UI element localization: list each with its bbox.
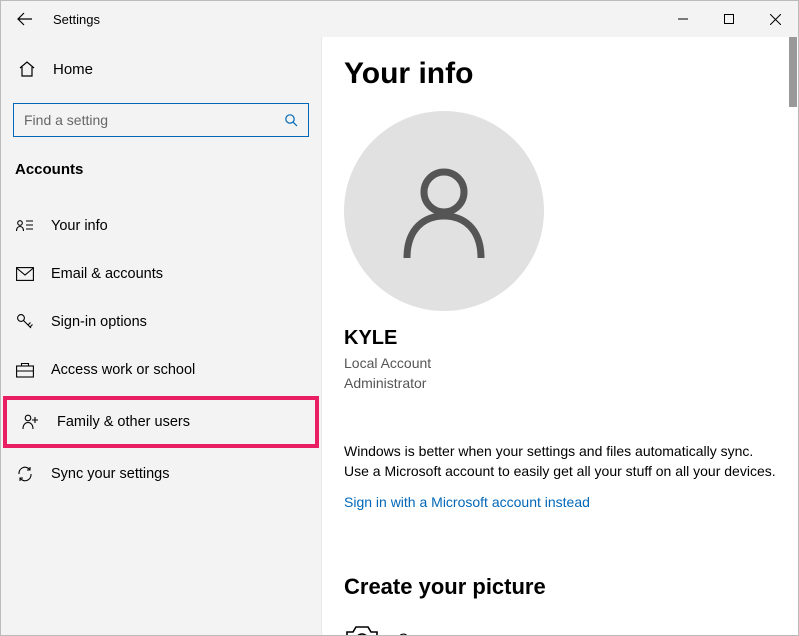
search-input[interactable] bbox=[14, 112, 274, 128]
sidebar-item-sync[interactable]: Sync your settings bbox=[1, 452, 321, 496]
sidebar-home-label: Home bbox=[53, 61, 93, 78]
sidebar-item-email[interactable]: Email & accounts bbox=[1, 252, 321, 296]
home-icon bbox=[17, 60, 37, 78]
page-title: Your info bbox=[344, 57, 778, 91]
person-icon bbox=[389, 156, 499, 266]
sidebar: Home Accounts Your info Email & accounts… bbox=[1, 37, 321, 635]
account-type: Local Account bbox=[344, 354, 778, 374]
envelope-icon bbox=[15, 264, 35, 284]
sidebar-item-your-info[interactable]: Your info bbox=[1, 204, 321, 248]
close-icon bbox=[770, 14, 781, 25]
minimize-button[interactable] bbox=[660, 1, 706, 37]
person-card-icon bbox=[15, 216, 35, 236]
sidebar-home[interactable]: Home bbox=[1, 49, 321, 89]
close-button[interactable] bbox=[752, 1, 798, 37]
sidebar-section-title: Accounts bbox=[1, 161, 321, 178]
camera-icon bbox=[344, 620, 380, 635]
signin-microsoft-link[interactable]: Sign in with a Microsoft account instead bbox=[344, 494, 778, 510]
sidebar-item-label: Email & accounts bbox=[51, 266, 163, 282]
sidebar-item-family-other[interactable]: Family & other users bbox=[7, 400, 315, 444]
camera-option[interactable]: Camera bbox=[344, 620, 778, 635]
search-box[interactable] bbox=[13, 103, 309, 137]
titlebar: Settings bbox=[1, 1, 798, 37]
highlight-annotation: Family & other users bbox=[3, 396, 319, 448]
sidebar-item-signin-options[interactable]: Sign-in options bbox=[1, 300, 321, 344]
sync-icon bbox=[15, 464, 35, 484]
maximize-icon bbox=[724, 14, 734, 24]
avatar bbox=[344, 111, 544, 311]
sync-description: Windows is better when your settings and… bbox=[344, 441, 778, 482]
camera-label: Camera bbox=[398, 630, 448, 635]
create-picture-heading: Create your picture bbox=[344, 574, 778, 600]
search-icon bbox=[274, 113, 308, 128]
main-content: Your info KYLE Local Account Administrat… bbox=[321, 37, 798, 635]
scrollbar-thumb[interactable] bbox=[789, 37, 797, 107]
sidebar-item-label: Sync your settings bbox=[51, 466, 169, 482]
back-button[interactable] bbox=[1, 1, 49, 37]
maximize-button[interactable] bbox=[706, 1, 752, 37]
minimize-icon bbox=[678, 14, 688, 24]
sidebar-item-label: Sign-in options bbox=[51, 314, 147, 330]
username: KYLE bbox=[344, 327, 778, 350]
sidebar-item-label: Family & other users bbox=[57, 414, 190, 430]
arrow-left-icon bbox=[17, 11, 33, 27]
sidebar-item-label: Access work or school bbox=[51, 362, 195, 378]
window-title: Settings bbox=[49, 12, 100, 27]
person-plus-icon bbox=[21, 412, 41, 432]
sidebar-item-access-work[interactable]: Access work or school bbox=[1, 348, 321, 392]
sidebar-item-label: Your info bbox=[51, 218, 108, 234]
briefcase-icon bbox=[15, 360, 35, 380]
account-role: Administrator bbox=[344, 374, 778, 394]
key-icon bbox=[15, 312, 35, 332]
